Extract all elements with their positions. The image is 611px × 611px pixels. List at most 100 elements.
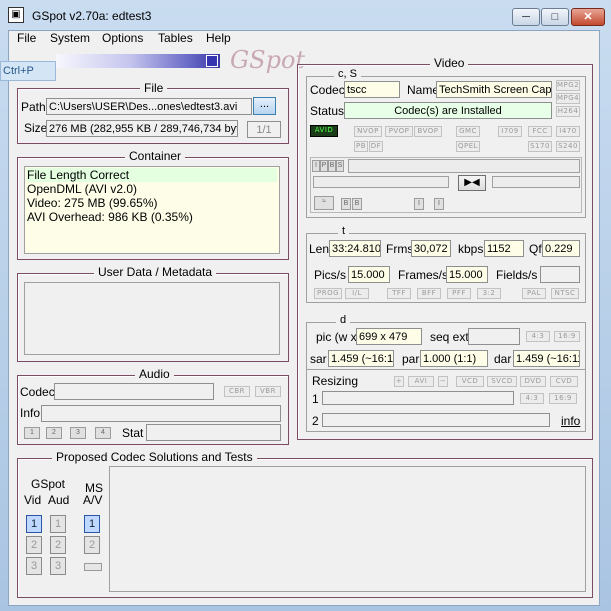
mpg2-flag: MPG2 (556, 80, 580, 91)
audio-stream-2[interactable]: 2 (46, 427, 62, 439)
len-label: Len (309, 242, 330, 256)
userdata-box (24, 282, 280, 355)
aud-label: Aud (48, 493, 70, 507)
i470-flag: I470 (556, 126, 580, 137)
dar-field: 1.459 (~16:11) (513, 350, 580, 367)
scan-wave-icon: ≈ (314, 196, 334, 210)
frame-right-strip (492, 176, 580, 188)
frame-s-box: S (336, 160, 344, 172)
gspot-logo: GSpot (230, 46, 306, 74)
bff-flag: BFF (417, 288, 441, 299)
close-button[interactable]: ✕ (571, 8, 605, 26)
resize-minus-button[interactable]: − (438, 376, 448, 387)
resizing-label: Resizing (312, 374, 359, 388)
pulldown-flag: 3:2 (477, 288, 501, 299)
aud-solution-1[interactable]: 1 (50, 515, 66, 533)
status-label: Status (310, 104, 345, 118)
nvop-flag: NVOP (354, 126, 382, 137)
film-frame-icon: ▣ (8, 7, 24, 23)
qf-field: 0.229 (542, 240, 580, 257)
menu-tables[interactable]: Tables (158, 31, 193, 45)
sar-field: 1.459 (~16:11) (328, 350, 394, 367)
menu-file[interactable]: File (17, 31, 36, 45)
codec-name-field[interactable]: TechSmith Screen Capt (436, 81, 552, 98)
par-field: 1.000 (1:1) (420, 350, 488, 367)
container-line: File Length Correct (27, 168, 277, 182)
fcc-flag: FCC (528, 126, 552, 137)
info-link[interactable]: info (561, 414, 580, 428)
qpel-flag: QPEL (456, 141, 480, 152)
ntsc-flag: NTSC (551, 288, 579, 299)
frms-field: 30,072 (411, 240, 451, 257)
avid-flag: AVID (310, 125, 338, 137)
i709-flag: I709 (498, 126, 522, 137)
len-field: 33:24.810 (329, 240, 381, 257)
fields-field (540, 266, 580, 283)
resize-cvd-button[interactable]: CVD (550, 376, 578, 387)
pics-field: 15.000 (348, 266, 390, 283)
resize-svcd-button[interactable]: SVCD (487, 376, 517, 387)
proposed-group-title: Proposed Codec Solutions and Tests (52, 450, 257, 464)
frame-nav-icon[interactable]: ▶◀ (458, 175, 486, 191)
audio-stream-4[interactable]: 4 (95, 427, 111, 439)
audio-stream-1[interactable]: 1 (24, 427, 40, 439)
resize-aspect-16-9: 16:9 (549, 393, 577, 404)
b-frame-mark: B (341, 198, 351, 210)
seqext-field (468, 328, 520, 345)
dar-label: dar (494, 352, 512, 366)
ms-solution-1[interactable]: 1 (84, 515, 100, 533)
title-bar[interactable]: ▣ GSpot v2.70a: edtest3 ─ □ ✕ (0, 0, 611, 30)
i-frame-mark: I (434, 198, 444, 210)
gmc-flag: GMC (456, 126, 480, 137)
aspect-4-3-flag: 4:3 (526, 331, 550, 342)
browse-button[interactable]: ... (253, 97, 276, 115)
kbps-field: 1152 (484, 240, 524, 257)
vid-solution-3[interactable]: 3 (26, 557, 42, 575)
aud-solution-3[interactable]: 3 (50, 557, 66, 575)
audio-group-title: Audio (135, 367, 174, 381)
frames-field: 15.000 (446, 266, 488, 283)
frame-i-box: I (312, 160, 320, 172)
menu-system[interactable]: System (50, 31, 90, 45)
file-group-title: File (140, 81, 168, 95)
frame-left-strip (313, 176, 449, 188)
audio-stat-label: Stat (122, 426, 144, 440)
pb-flag: PB (354, 141, 368, 152)
resize-dvd-button[interactable]: DVD (520, 376, 546, 387)
i-frame-mark: I (414, 198, 424, 210)
audio-codec-field[interactable] (54, 383, 214, 400)
seqext-label: seq ext (430, 330, 469, 344)
pvop-flag: PVOP (385, 126, 413, 137)
ms-solution-2[interactable]: 2 (84, 536, 100, 554)
menu-help[interactable]: Help (206, 31, 231, 45)
resize-vcd-button[interactable]: VCD (456, 376, 484, 387)
minimize-button[interactable]: ─ (512, 8, 540, 26)
audio-stream-3[interactable]: 3 (70, 427, 86, 439)
resize-row-2-field (322, 413, 550, 427)
resize-avi-button[interactable]: AVI (408, 376, 434, 387)
qf-label: Qf (529, 242, 542, 256)
audio-stat-field (146, 424, 281, 441)
codec-field[interactable]: tscc (344, 81, 400, 98)
audio-info-field[interactable] (41, 405, 281, 422)
path-field[interactable]: C:\Users\USER\Des...ones\edtest3.avi (46, 98, 252, 115)
frame-p-box: P (320, 160, 328, 172)
container-line: Video: 275 MB (99.65%) (27, 196, 158, 210)
s240-flag: S240 (556, 141, 580, 152)
pff-flag: PFF (447, 288, 471, 299)
size-field[interactable]: 276 MB (282,955 KB / 289,746,734 bytes) (46, 120, 238, 137)
vid-solution-1[interactable]: 1 (26, 515, 42, 533)
aud-solution-2[interactable]: 2 (50, 536, 66, 554)
audio-info-label: Info (20, 406, 41, 420)
resize-plus-button[interactable]: + (394, 376, 404, 387)
av-label: A/V (83, 493, 103, 507)
vid-solution-2[interactable]: 2 (26, 536, 42, 554)
fields-label: Fields/s (496, 268, 538, 282)
bvop-flag: BVOP (414, 126, 442, 137)
par-label: par (402, 352, 420, 366)
video-group-title: Video (430, 56, 469, 70)
menu-options[interactable]: Options (102, 31, 143, 45)
container-info-box: File Length Correct OpenDML (AVI v2.0) V… (24, 166, 280, 254)
h264-flag: H264 (556, 106, 580, 117)
maximize-button[interactable]: □ (541, 8, 569, 26)
